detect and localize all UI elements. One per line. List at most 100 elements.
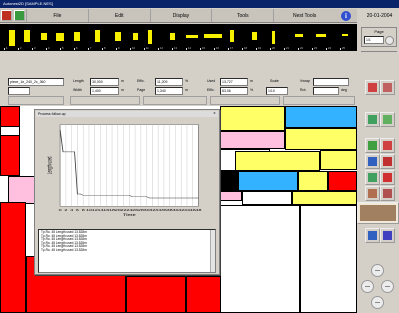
piece-strip[interactable]: 1 2 3 4 5 6 7 8 9 10 11 12 13 14 15 16 17 18 19 20 21 22 23 24 2… bbox=[0, 24, 357, 51]
page-label: Page bbox=[374, 29, 384, 34]
check-icon[interactable] bbox=[14, 10, 25, 21]
scale-field[interactable]: 1/10 bbox=[266, 87, 288, 95]
strip-piece[interactable] bbox=[186, 35, 198, 38]
swap-tool-icon[interactable] bbox=[380, 170, 395, 185]
strip-piece[interactable] bbox=[230, 30, 234, 42]
nav-left-knob[interactable] bbox=[361, 280, 374, 293]
strip-tick bbox=[130, 48, 131, 50]
strip-tick bbox=[74, 48, 75, 50]
nav-right-knob[interactable] bbox=[381, 280, 394, 293]
page-value: 1/1 bbox=[364, 36, 384, 44]
x-tick-label: 2 bbox=[64, 208, 68, 211]
strip-tick bbox=[256, 48, 257, 50]
strip-piece[interactable] bbox=[342, 34, 348, 36]
strip-piece[interactable] bbox=[204, 34, 222, 38]
x-tick-label: 4 bbox=[70, 208, 74, 211]
rotate-tool-icon[interactable] bbox=[365, 112, 380, 127]
page-knob[interactable] bbox=[385, 36, 394, 45]
strip-tick bbox=[46, 48, 47, 50]
strip-tick bbox=[214, 48, 215, 50]
length-field[interactable]: 30,000 bbox=[90, 78, 119, 86]
x-tick-label: 0 bbox=[59, 208, 63, 211]
strip-tick bbox=[298, 48, 299, 50]
zoom-tool-icon[interactable] bbox=[365, 154, 380, 169]
strip-piece[interactable] bbox=[9, 30, 15, 46]
strip-label: 20 bbox=[272, 47, 275, 50]
status-box-4 bbox=[210, 96, 280, 105]
effic2-label: Effic. bbox=[207, 88, 215, 92]
grid-tool-icon[interactable] bbox=[365, 186, 380, 201]
piece-view-tool-icon[interactable] bbox=[380, 80, 395, 95]
width-field[interactable]: 1,400 bbox=[90, 87, 119, 95]
strip-label: 14 bbox=[188, 47, 191, 50]
menu-display[interactable]: Display bbox=[149, 9, 212, 22]
nav-up-knob[interactable] bbox=[371, 264, 384, 277]
close-icon[interactable]: x bbox=[212, 110, 217, 115]
strip-piece[interactable] bbox=[56, 33, 64, 41]
strip-label: 21 bbox=[286, 47, 289, 50]
strip-piece[interactable] bbox=[133, 33, 138, 40]
strip-tick bbox=[242, 48, 243, 50]
align-tool-icon[interactable] bbox=[365, 170, 380, 185]
strip-piece[interactable] bbox=[41, 33, 47, 40]
strip-label: 15 bbox=[202, 47, 205, 50]
strip-tick bbox=[200, 48, 201, 50]
menu-nest-tools[interactable]: Nest Tools bbox=[273, 9, 335, 22]
log-scrollbar[interactable] bbox=[210, 230, 215, 272]
strip-label: 4 bbox=[48, 47, 50, 50]
report-tool-icon[interactable] bbox=[380, 228, 395, 243]
menu-edit[interactable]: Edit bbox=[87, 9, 150, 22]
vwrap-label: Vwrap bbox=[300, 79, 310, 83]
pan-tool-icon[interactable] bbox=[380, 154, 395, 169]
strip-tick bbox=[186, 48, 187, 50]
strip-piece[interactable] bbox=[272, 31, 275, 44]
auto-nest-tool-icon[interactable] bbox=[365, 228, 380, 243]
strip-label: 5 bbox=[62, 47, 64, 50]
strip-tick bbox=[312, 48, 313, 50]
strip-label: 2 bbox=[20, 47, 22, 50]
menu-bar: File Edit Display Tools Nest Tools i bbox=[0, 9, 357, 23]
vwrap-field[interactable] bbox=[313, 78, 349, 86]
strip-piece[interactable] bbox=[316, 34, 326, 37]
strip-tick bbox=[270, 48, 271, 50]
strip-tick bbox=[172, 48, 173, 50]
strip-piece[interactable] bbox=[95, 30, 100, 42]
used-field[interactable]: 13,727 bbox=[220, 78, 248, 86]
strip-tick bbox=[228, 48, 229, 50]
extra-field[interactable] bbox=[8, 87, 30, 95]
strip-label: 16 bbox=[216, 47, 219, 50]
scale-label: Scale bbox=[270, 79, 279, 83]
length-chart: 0 2 4 6 8 10 12 14 16 18 20 22 24 26 28 30 32 34 36 38 40 42 4… bbox=[47, 124, 202, 217]
page-len-field[interactable]: 1,340 bbox=[155, 87, 183, 95]
strip-label: 11 bbox=[146, 47, 149, 50]
strip-piece[interactable] bbox=[148, 30, 152, 44]
strip-piece[interactable] bbox=[170, 33, 175, 40]
x-axis-label: Time bbox=[123, 213, 136, 217]
rot-field[interactable] bbox=[313, 87, 339, 95]
strip-piece[interactable] bbox=[74, 32, 80, 41]
menu-file[interactable]: File bbox=[26, 9, 88, 22]
select-tool-icon[interactable] bbox=[380, 138, 395, 153]
flip-tool-icon[interactable] bbox=[380, 112, 395, 127]
move-tool-icon[interactable] bbox=[365, 138, 380, 153]
app-logo-icon[interactable] bbox=[1, 10, 12, 21]
strip-piece[interactable] bbox=[295, 34, 303, 37]
strip-piece[interactable] bbox=[115, 32, 121, 41]
strip-piece[interactable] bbox=[252, 32, 257, 40]
multi-piece-tool-icon[interactable] bbox=[365, 80, 380, 95]
menu-tools[interactable]: Tools bbox=[211, 9, 273, 22]
effic-field[interactable]: 11,209 bbox=[155, 78, 183, 86]
log-list[interactable]: Tp.Ro. 45 Length used 13.528m Tp.Ro. 45 L… bbox=[38, 229, 216, 273]
nav-down-knob[interactable] bbox=[371, 296, 384, 309]
nest-preview-button[interactable] bbox=[357, 202, 399, 224]
tool-column bbox=[357, 52, 399, 313]
effic2-unit: % bbox=[250, 88, 254, 92]
info-icon[interactable]: i bbox=[340, 11, 351, 21]
piece-name-field[interactable]: piece_1e_240_2x_360 bbox=[8, 78, 64, 86]
effic2-field[interactable]: 83,06 bbox=[220, 87, 248, 95]
strip-piece[interactable] bbox=[24, 30, 30, 42]
strip-label: 13 bbox=[174, 47, 177, 50]
strip-tick bbox=[284, 48, 285, 50]
strip-tick bbox=[144, 48, 145, 50]
group-tool-icon[interactable] bbox=[380, 186, 395, 201]
